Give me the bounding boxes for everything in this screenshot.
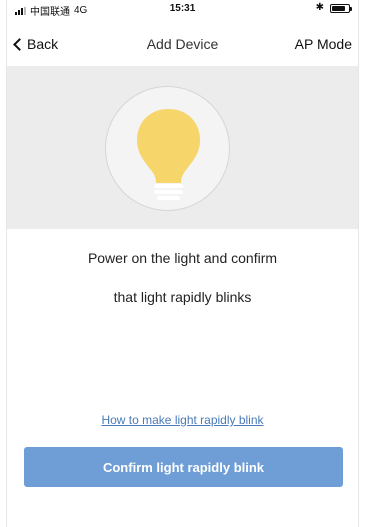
app-screen: 中国联通 4G 15:31 ✱ Back Add Device AP Mode (6, 0, 359, 527)
status-bar: 中国联通 4G 15:31 ✱ (7, 0, 358, 18)
status-time: 15:31 (169, 3, 196, 14)
battery-level (332, 5, 345, 11)
bulb-circle (105, 86, 230, 211)
confirm-button[interactable]: Confirm light rapidly blink (24, 447, 343, 487)
hero-panel (7, 66, 358, 229)
bluetooth-icon: ✱ (315, 2, 324, 13)
chevron-left-icon (13, 37, 26, 51)
instruction-line-2: that light rapidly blinks (113, 289, 252, 305)
back-label: Back (27, 36, 59, 52)
help-link[interactable]: How to make light rapidly blink (7, 413, 358, 427)
back-button[interactable]: Back (13, 36, 58, 52)
light-bulb-icon (137, 109, 200, 200)
ap-mode-button[interactable]: AP Mode (295, 36, 352, 52)
nav-bar: Back Add Device AP Mode (7, 30, 358, 58)
status-right: ✱ (315, 2, 352, 13)
instruction-line-1: Power on the light and confirm (87, 250, 278, 266)
battery-icon (330, 3, 352, 13)
